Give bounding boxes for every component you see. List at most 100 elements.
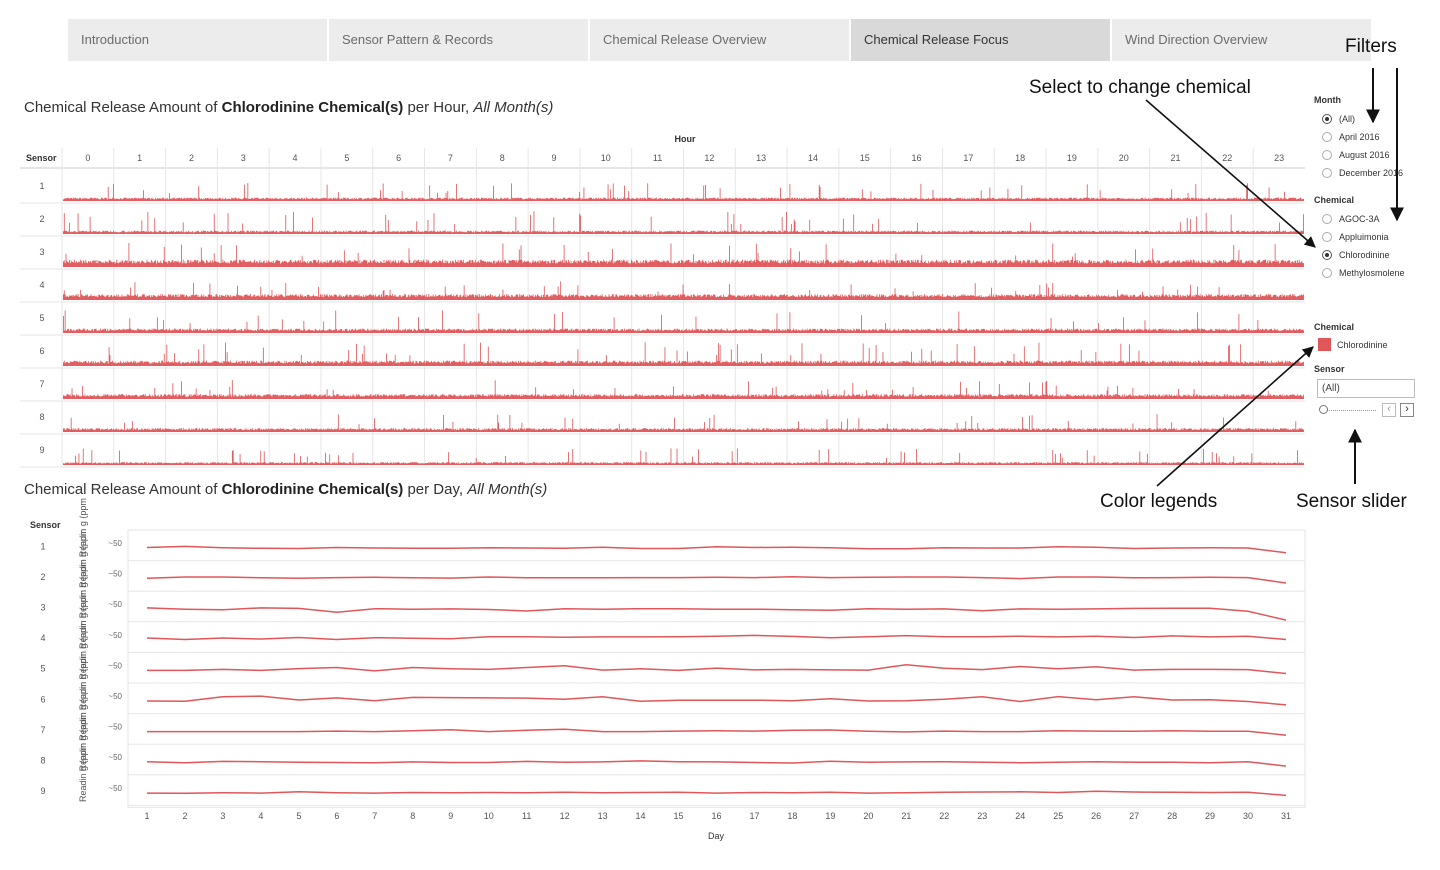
hour-tick-label: 10 — [601, 153, 611, 163]
reading-tick-label: ~50 — [108, 631, 122, 640]
day-tick-label: 6 — [334, 811, 339, 821]
sensor-row-label: 8 — [39, 412, 44, 422]
day-tick-label: 27 — [1129, 811, 1139, 821]
legend-title: Chemical — [1314, 322, 1355, 332]
radio-button-icon[interactable] — [1322, 114, 1332, 124]
day-tick-label: 22 — [939, 811, 949, 821]
hour-tick-label: 23 — [1274, 153, 1284, 163]
hour-tick-label: 8 — [500, 153, 505, 163]
day-tick-label: 3 — [220, 811, 225, 821]
day-tick-label: 15 — [674, 811, 684, 821]
daily-line-series — [146, 576, 1287, 584]
legend-item-chlorodinine: Chlorodinine — [1318, 338, 1388, 351]
day-tick-label: 25 — [1053, 811, 1063, 821]
daily-line-series — [146, 545, 1287, 554]
hour-tick-label: 12 — [704, 153, 714, 163]
day-tick-label: 26 — [1091, 811, 1101, 821]
sensor-filter-title: Sensor — [1314, 364, 1345, 374]
daily-line-series — [146, 607, 1287, 621]
daily-line-series — [147, 663, 1287, 675]
line-sensor-label: 1 — [40, 541, 45, 551]
sensor-title: Sensor — [1314, 364, 1345, 374]
day-tick-label: 19 — [825, 811, 835, 821]
sensor-row-label: 7 — [39, 379, 44, 389]
radio-button-icon[interactable] — [1322, 168, 1332, 178]
day-tick-label: 31 — [1281, 811, 1291, 821]
day-tick-label: 4 — [258, 811, 263, 821]
day-tick-label: 9 — [448, 811, 453, 821]
chemical-option-label: AGOC-3A — [1339, 214, 1380, 224]
day-tick-label: 13 — [598, 811, 608, 821]
sensor-row-label: 6 — [39, 346, 44, 356]
annotation-select-chemical: Select to change chemical — [1029, 77, 1251, 98]
hour-tick-label: 3 — [241, 153, 246, 163]
daily-line-series — [147, 728, 1287, 736]
sensor-next-button[interactable]: › — [1400, 403, 1414, 417]
hour-tick-label: 17 — [963, 153, 973, 163]
reading-tick-label: ~50 — [108, 784, 122, 793]
chemical-option-label: Methylosmolene — [1339, 268, 1405, 278]
hour-tick-label: 9 — [552, 153, 557, 163]
month-option-label: (All) — [1339, 114, 1355, 124]
month-filter: Month (All) April 2016 August 2016 December… — [1314, 95, 1403, 182]
reading-axis-label-segment: Readin g (ppm — [78, 498, 88, 557]
chemical-option-label: Chlorodinine — [1339, 250, 1390, 260]
radio-button-icon[interactable] — [1322, 232, 1332, 242]
legend-label: Chlorodinine — [1337, 339, 1388, 350]
reading-tick-label: ~50 — [108, 539, 122, 548]
hour-tick-label: 15 — [860, 153, 870, 163]
radio-button-icon[interactable] — [1322, 268, 1332, 278]
hour-tick-label: 5 — [344, 153, 349, 163]
sensor-row-label: 3 — [39, 247, 44, 257]
month-option[interactable]: December 2016 — [1322, 164, 1403, 182]
month-option-label: April 2016 — [1339, 132, 1380, 142]
radio-button-icon[interactable] — [1322, 150, 1332, 160]
day-tick-label: 1 — [144, 811, 149, 821]
month-option[interactable]: April 2016 — [1322, 128, 1403, 146]
day-tick-label: 17 — [749, 811, 759, 821]
sensor-prev-button[interactable]: ‹ — [1382, 403, 1396, 417]
annotation-color-legends: Color legends — [1100, 491, 1218, 512]
day-tick-label: 24 — [1015, 811, 1025, 821]
chemical-option[interactable]: AGOC-3A — [1322, 210, 1405, 228]
chevron-left-icon: ‹ — [1387, 403, 1391, 415]
chemical-option[interactable]: Chlorodinine — [1322, 246, 1405, 264]
hour-tick-label: 20 — [1119, 153, 1129, 163]
annotation-sensor-slider: Sensor slider — [1296, 491, 1407, 512]
radio-button-icon[interactable] — [1322, 132, 1332, 142]
day-tick-label: 12 — [560, 811, 570, 821]
sensor-row-label: 2 — [39, 214, 44, 224]
day-tick-label: 11 — [522, 811, 531, 821]
day-tick-label: 2 — [182, 811, 187, 821]
hour-tick-label: 18 — [1015, 153, 1025, 163]
day-tick-label: 18 — [787, 811, 797, 821]
month-option-label: August 2016 — [1339, 150, 1390, 160]
reading-tick-label: ~50 — [108, 753, 122, 762]
sensor-slider-handle[interactable] — [1319, 405, 1328, 414]
chemical-filter: Chemical AGOC-3A Appluimonia Chlorodinine M… — [1314, 195, 1405, 282]
sensor-slider-track[interactable] — [1322, 410, 1376, 411]
day-tick-label: 20 — [863, 811, 873, 821]
chemical-option[interactable]: Appluimonia — [1322, 228, 1405, 246]
sensor-row-label: 4 — [39, 280, 44, 290]
line-sensor-label: 8 — [40, 756, 45, 766]
month-option[interactable]: August 2016 — [1322, 146, 1403, 164]
line-sensor-label: 7 — [40, 725, 45, 735]
hour-tick-label: 6 — [396, 153, 401, 163]
sensor-row-header: Sensor — [26, 153, 57, 163]
reading-tick-label: ~50 — [108, 570, 122, 579]
chemical-option[interactable]: Methylosmolene — [1322, 264, 1405, 282]
month-option[interactable]: (All) — [1322, 110, 1403, 128]
day-tick-label: 8 — [410, 811, 415, 821]
daily-line-series — [146, 790, 1287, 797]
daily-line-series — [146, 695, 1287, 706]
hour-tick-label: 19 — [1067, 153, 1077, 163]
radio-button-icon[interactable] — [1322, 214, 1332, 224]
day-axis-title: Day — [708, 831, 725, 841]
sensor-select[interactable]: (All) — [1317, 379, 1415, 398]
day-tick-label: 30 — [1243, 811, 1253, 821]
radio-button-icon[interactable] — [1322, 250, 1332, 260]
line-sensor-label: 9 — [40, 786, 45, 796]
line-sensor-label: 5 — [40, 664, 45, 674]
hour-tick-label: 21 — [1171, 153, 1181, 163]
